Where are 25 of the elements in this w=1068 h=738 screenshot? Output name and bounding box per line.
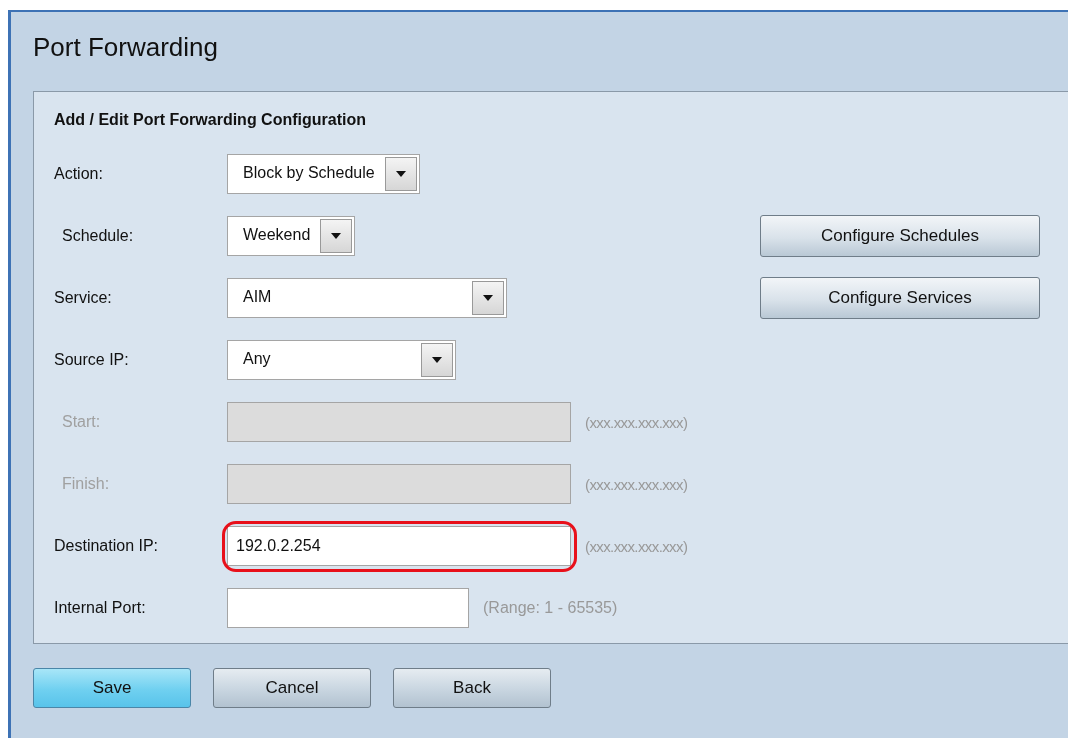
field-label: Destination IP: <box>54 537 160 555</box>
dropdown[interactable]: Weekend <box>227 216 356 256</box>
field-label: Service: <box>54 289 113 307</box>
field-label: Action: <box>54 165 104 183</box>
form-button[interactable]: Cancel <box>213 668 371 708</box>
field-label: Source IP: <box>54 351 130 369</box>
form-button[interactable]: Save <box>33 668 191 708</box>
format-hint: (xxx.xxx.xxx.xxx) <box>585 537 688 555</box>
format-hint: (xxx.xxx.xxx.xxx) <box>585 413 688 431</box>
side-button[interactable]: Configure Schedules <box>760 215 1040 257</box>
dropdown[interactable]: Any <box>227 340 456 380</box>
input-field[interactable] <box>227 588 469 628</box>
field-label: Finish: <box>61 475 111 493</box>
format-hint: (Range: 1 - 65535) <box>483 599 618 617</box>
dropdown[interactable]: AIM <box>227 278 507 318</box>
format-hint: (xxx.xxx.xxx.xxx) <box>585 475 688 493</box>
form-heading: Add / Edit Port Forwarding Configuration <box>54 110 367 130</box>
dropdown[interactable]: Block by Schedule <box>227 154 420 194</box>
form-button[interactable]: Back <box>393 668 551 708</box>
page-title: Port Forwarding <box>32 31 219 64</box>
field-label: Internal Port: <box>54 599 147 617</box>
side-button[interactable]: Configure Services <box>760 277 1040 319</box>
input-field[interactable]: 192.0.2.254 <box>227 526 571 566</box>
field-label: Start: <box>61 413 102 431</box>
field-label: Schedule: <box>61 227 135 245</box>
